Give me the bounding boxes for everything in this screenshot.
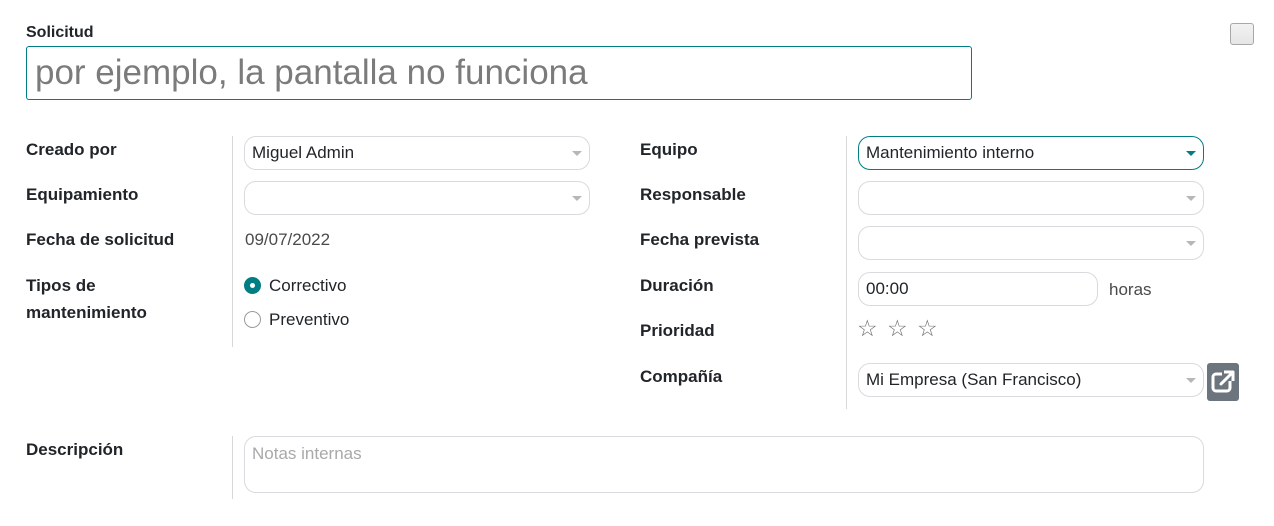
created-by-select[interactable]: Miguel Admin (244, 136, 590, 170)
radio-preventivo[interactable] (244, 311, 261, 328)
equipment-select[interactable] (244, 181, 590, 215)
description-label: Descripción (26, 440, 124, 459)
company-external-link-button[interactable] (1207, 363, 1239, 401)
radio-correctivo[interactable] (244, 277, 261, 294)
corner-checkbox[interactable] (1230, 23, 1254, 45)
duration-value: 00:00 (866, 279, 909, 298)
description-textarea[interactable]: Notas internas (244, 436, 1204, 493)
left-column-divider (232, 136, 233, 347)
title-label: Solicitud (26, 24, 94, 41)
priority-star-1-icon[interactable]: ☆ (857, 315, 878, 341)
chevron-down-icon (1186, 241, 1196, 246)
request-title-input[interactable] (26, 46, 972, 100)
external-link-icon (1211, 370, 1235, 393)
request-date-value: 09/07/2022 (245, 230, 331, 249)
radio-preventivo-label[interactable]: Preventivo (269, 306, 349, 333)
created-by-value: Miguel Admin (252, 143, 355, 162)
chevron-down-icon (572, 151, 582, 156)
responsible-select[interactable] (858, 181, 1204, 215)
responsible-label: Responsable (640, 185, 746, 204)
right-column-divider (846, 136, 847, 409)
priority-label: Prioridad (640, 321, 715, 340)
maintenance-type-label-line2: mantenimiento (26, 303, 147, 322)
priority-star-3-icon[interactable]: ☆ (917, 315, 938, 341)
chevron-down-icon (1186, 196, 1196, 201)
description-divider (232, 436, 233, 499)
radio-correctivo-label[interactable]: Correctivo (269, 272, 346, 299)
scheduled-date-label: Fecha prevista (640, 230, 760, 249)
team-label: Equipo (640, 140, 698, 159)
created-by-label: Creado por (26, 140, 117, 159)
team-value: Mantenimiento interno (866, 143, 1035, 162)
scheduled-date-select[interactable] (858, 226, 1204, 260)
duration-unit: horas (1109, 280, 1152, 299)
team-select[interactable]: Mantenimiento interno (858, 136, 1204, 170)
chevron-down-icon (572, 196, 582, 201)
priority-star-2-icon[interactable]: ☆ (887, 315, 908, 341)
maintenance-type-label-line1: Tipos de (26, 276, 96, 295)
chevron-down-icon (1186, 378, 1196, 383)
equipment-label: Equipamiento (26, 185, 139, 204)
chevron-down-icon (1186, 151, 1196, 156)
duration-input[interactable]: 00:00 (858, 272, 1098, 306)
maintenance-type-label: Tipos de mantenimiento (26, 272, 147, 326)
company-value: Mi Empresa (San Francisco) (866, 370, 1082, 389)
company-select[interactable]: Mi Empresa (San Francisco) (858, 363, 1204, 397)
duration-label: Duración (640, 276, 714, 295)
request-date-label: Fecha de solicitud (26, 230, 175, 249)
description-placeholder: Notas internas (252, 444, 362, 463)
company-label: Compañía (640, 367, 723, 386)
